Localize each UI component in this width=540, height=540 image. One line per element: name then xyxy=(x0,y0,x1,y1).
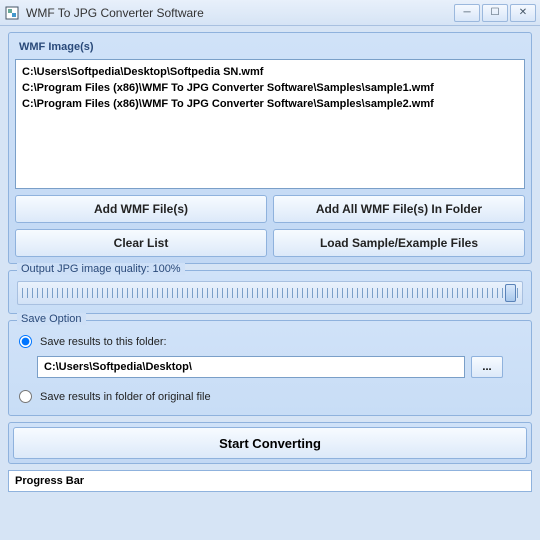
start-panel: Start Converting xyxy=(8,422,532,464)
radio-folder[interactable] xyxy=(19,335,32,348)
list-item[interactable]: C:\Program Files (x86)\WMF To JPG Conver… xyxy=(22,80,518,96)
load-sample-button[interactable]: Load Sample/Example Files xyxy=(273,229,525,257)
file-list-panel: WMF Image(s) C:\Users\Softpedia\Desktop\… xyxy=(8,32,532,264)
radio-original[interactable] xyxy=(19,390,32,403)
list-item[interactable]: C:\Program Files (x86)\WMF To JPG Conver… xyxy=(22,96,518,112)
clear-list-button[interactable]: Clear List xyxy=(15,229,267,257)
quality-group: Output JPG image quality: 100% xyxy=(8,270,532,314)
save-option-group: Save Option Save results to this folder:… xyxy=(8,320,532,416)
save-to-folder-radio[interactable]: Save results to this folder: xyxy=(17,331,523,352)
quality-label: Output JPG image quality: 100% xyxy=(17,263,185,275)
add-folder-button[interactable]: Add All WMF File(s) In Folder xyxy=(273,195,525,223)
maximize-button[interactable]: ☐ xyxy=(482,4,508,22)
close-button[interactable]: ✕ xyxy=(510,4,536,22)
list-item[interactable]: C:\Users\Softpedia\Desktop\Softpedia SN.… xyxy=(22,64,518,80)
radio-original-label: Save results in folder of original file xyxy=(40,391,211,403)
window-controls: ─ ☐ ✕ xyxy=(454,4,536,22)
output-folder-input[interactable] xyxy=(37,356,465,378)
browse-button[interactable]: ... xyxy=(471,356,503,378)
minimize-button[interactable]: ─ xyxy=(454,4,480,22)
save-original-radio[interactable]: Save results in folder of original file xyxy=(17,386,523,407)
file-list[interactable]: C:\Users\Softpedia\Desktop\Softpedia SN.… xyxy=(15,59,525,189)
app-icon xyxy=(4,5,20,21)
add-files-button[interactable]: Add WMF File(s) xyxy=(15,195,267,223)
start-converting-button[interactable]: Start Converting xyxy=(13,427,527,459)
progress-label: Progress Bar xyxy=(15,475,84,487)
save-legend: Save Option xyxy=(17,313,86,325)
titlebar: WMF To JPG Converter Software ─ ☐ ✕ xyxy=(0,0,540,26)
content-area: WMF Image(s) C:\Users\Softpedia\Desktop\… xyxy=(0,26,540,498)
progress-bar: Progress Bar xyxy=(8,470,532,492)
quality-slider[interactable] xyxy=(17,281,523,305)
file-list-header: WMF Image(s) xyxy=(15,39,525,55)
slider-thumb[interactable] xyxy=(505,284,516,302)
window-title: WMF To JPG Converter Software xyxy=(26,6,454,20)
radio-folder-label: Save results to this folder: xyxy=(40,336,167,348)
